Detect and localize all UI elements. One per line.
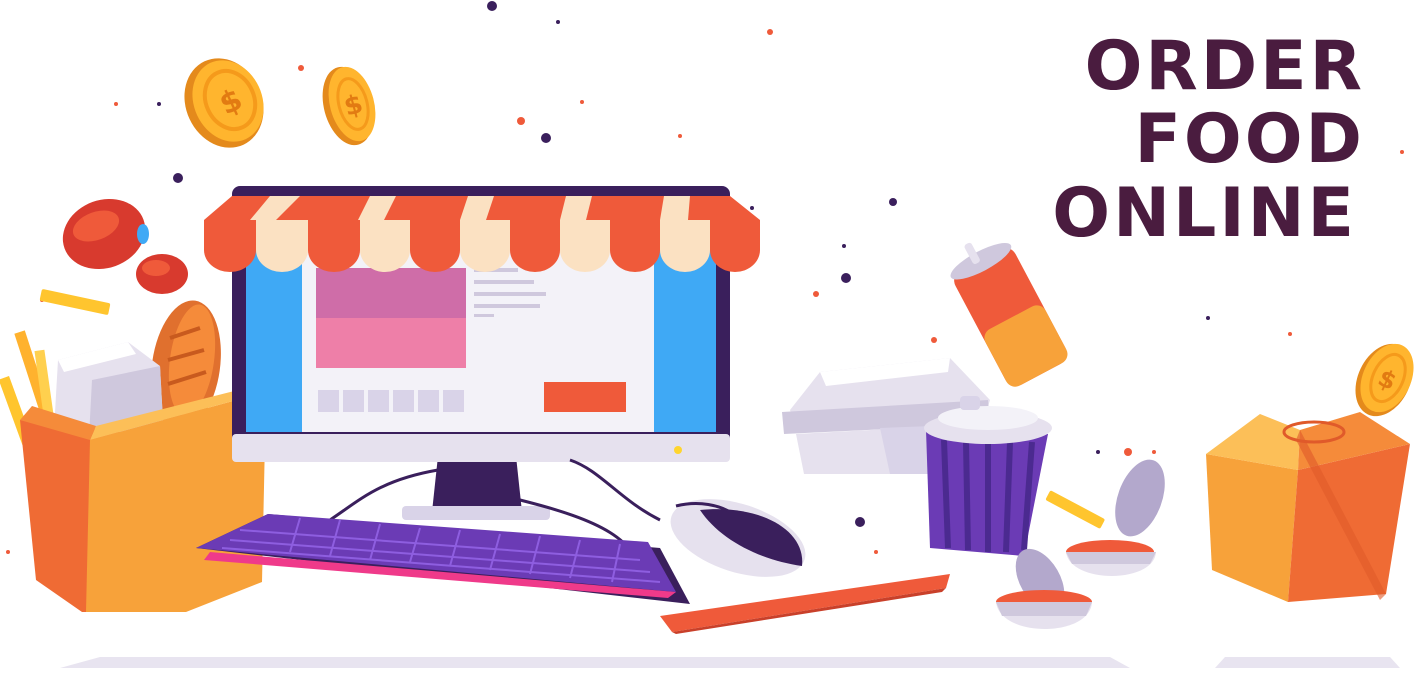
- coin-icon: $: [1355, 343, 1414, 417]
- tray-icon: [660, 574, 950, 634]
- drink-cup-icon: [924, 396, 1052, 556]
- order-food-online-illustration: $ $ $ ORDER FOOD ONLINE: [0, 0, 1417, 673]
- floor-shadow: [60, 657, 1400, 668]
- tomato-icon: [136, 254, 188, 294]
- coin-icon: $: [184, 58, 264, 148]
- headline: ORDER FOOD ONLINE: [845, 27, 1365, 253]
- headline-line-2: ONLINE: [1052, 173, 1357, 253]
- keyboard-icon: [196, 514, 690, 604]
- mouse-icon: [670, 499, 806, 577]
- coin-icon: $: [322, 66, 376, 146]
- screen-order-button: [544, 382, 626, 412]
- awning-icon: [204, 196, 760, 272]
- headline-line-1: ORDER FOOD: [1084, 27, 1365, 180]
- takeout-box-icon: [1206, 412, 1410, 602]
- paper-bag-icon: [0, 300, 266, 612]
